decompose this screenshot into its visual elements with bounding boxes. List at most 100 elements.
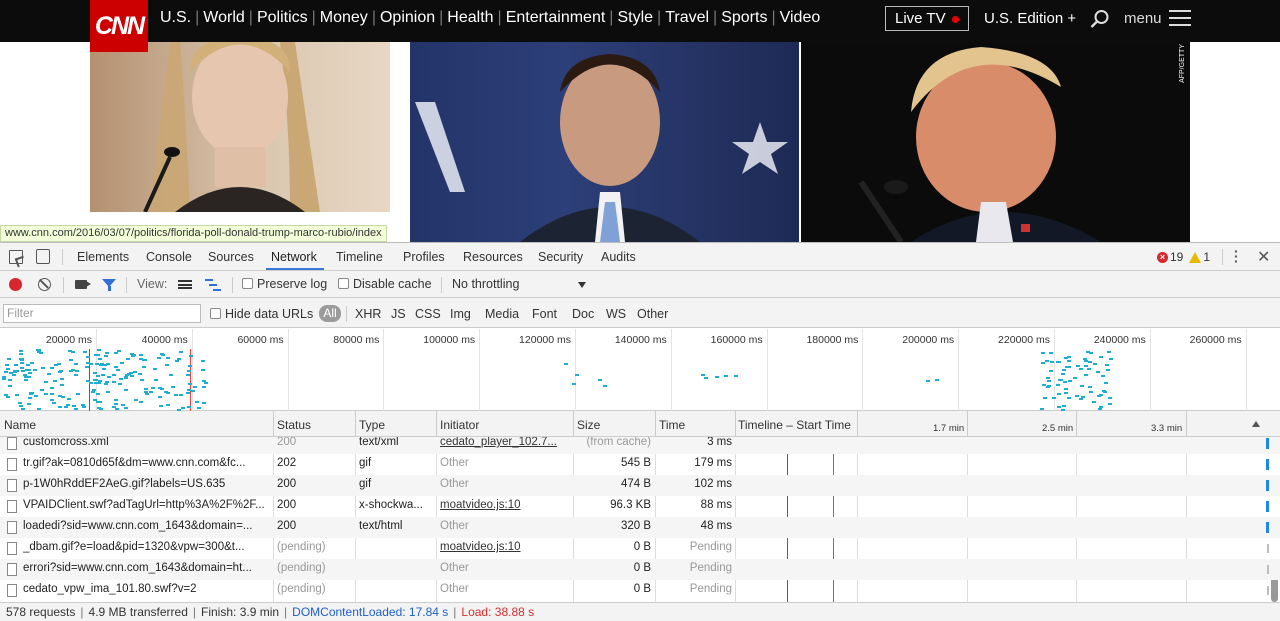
- nav-separator: |: [195, 9, 200, 26]
- filter-media[interactable]: Media: [485, 307, 519, 321]
- column-header-name[interactable]: Name: [4, 418, 36, 432]
- table-row[interactable]: errori?sid=www.cnn.com_1643&domain=ht...…: [0, 559, 1280, 580]
- overview-request-mark: [1088, 385, 1093, 388]
- nav-item-video[interactable]: Video: [780, 9, 821, 27]
- record-icon[interactable]: [9, 278, 22, 291]
- nav-item-world[interactable]: World: [203, 9, 245, 27]
- transferred-size: 4.9 MB transferred: [88, 605, 188, 619]
- column-header-timeline[interactable]: Timeline – Start Time: [738, 418, 851, 432]
- nav-item-sports[interactable]: Sports: [721, 9, 767, 27]
- nav-item-us[interactable]: U.S.: [160, 9, 191, 27]
- edition-selector[interactable]: U.S. Edition +: [984, 10, 1076, 27]
- filter-other[interactable]: Other: [637, 307, 668, 321]
- cnn-logo[interactable]: CNN: [90, 0, 148, 52]
- nav-item-politics[interactable]: Politics: [257, 9, 308, 27]
- overview-request-mark: [2, 378, 6, 381]
- nav-item-health[interactable]: Health: [447, 9, 493, 27]
- filter-icon[interactable]: [102, 279, 116, 291]
- search-icon[interactable]: [1090, 9, 1110, 29]
- table-row[interactable]: cedato_vpw_ima_101.80.swf?v=2 (pending) Ot…: [0, 580, 1280, 601]
- network-overview[interactable]: 20000 ms 40000 ms 60000 ms 80000 ms 100000 m…: [0, 329, 1280, 411]
- column-header-type[interactable]: Type: [359, 418, 385, 432]
- hamburger-menu-icon[interactable]: [1169, 10, 1191, 28]
- tab-network[interactable]: Network: [271, 250, 317, 264]
- filter-font[interactable]: Font: [532, 307, 557, 321]
- request-name[interactable]: cedato_vpw_ima_101.80.swf?v=2: [23, 583, 269, 595]
- column-header-size[interactable]: Size: [577, 418, 600, 432]
- inspect-element-icon[interactable]: [9, 250, 23, 264]
- table-row[interactable]: VPAIDClient.swf?adTagUrl=http%3A%2F%2F..…: [0, 496, 1280, 517]
- request-name[interactable]: p-1W0hRddEF2AeG.gif?labels=US.635: [23, 478, 269, 490]
- column-header-initiator[interactable]: Initiator: [440, 418, 479, 432]
- timeline-bar: [1266, 480, 1269, 491]
- overview-request-mark: [166, 357, 171, 360]
- sharapova-photo[interactable]: [90, 42, 390, 212]
- request-initiator[interactable]: cedato_player_102.7...: [440, 437, 570, 448]
- request-name[interactable]: customcross.xml: [23, 437, 269, 448]
- request-name[interactable]: errori?sid=www.cnn.com_1643&domain=ht...: [23, 562, 269, 574]
- tab-console[interactable]: Console: [146, 250, 192, 264]
- trump-photo[interactable]: AFP/GETTY: [801, 42, 1190, 242]
- filter-css[interactable]: CSS: [415, 307, 441, 321]
- overview-request-mark: [5, 396, 10, 399]
- overview-request-mark: [1107, 402, 1112, 405]
- overview-icon[interactable]: [205, 279, 221, 291]
- nav-item-opinion[interactable]: Opinion: [380, 9, 435, 27]
- request-initiator[interactable]: moatvideo.js:10: [440, 541, 570, 553]
- request-name[interactable]: tr.gif?ak=0810d65f&dm=www.cnn.com&fc...: [23, 457, 269, 469]
- large-rows-icon[interactable]: [178, 280, 192, 289]
- tab-security[interactable]: Security: [538, 250, 583, 264]
- overview-request-mark: [1075, 395, 1080, 397]
- tab-elements[interactable]: Elements: [77, 250, 129, 264]
- request-initiator: Other: [440, 562, 469, 574]
- request-initiator[interactable]: moatvideo.js:10: [440, 499, 570, 511]
- filter-all-button[interactable]: All: [319, 305, 341, 322]
- tab-timeline[interactable]: Timeline: [336, 250, 383, 264]
- table-row[interactable]: p-1W0hRddEF2AeG.gif?labels=US.635 200 gif O…: [0, 475, 1280, 496]
- rubio-photo[interactable]: [410, 42, 799, 242]
- sort-ascending-icon[interactable]: [1252, 421, 1260, 427]
- nav-item-entertainment[interactable]: Entertainment: [506, 9, 606, 27]
- tab-profiles[interactable]: Profiles: [403, 250, 445, 264]
- preserve-log-checkbox[interactable]: Preserve log: [242, 277, 327, 291]
- nav-item-money[interactable]: Money: [320, 9, 368, 27]
- menu-label[interactable]: menu: [1124, 10, 1162, 27]
- hide-data-urls-checkbox[interactable]: Hide data URLs: [210, 307, 313, 321]
- filter-img[interactable]: Img: [450, 307, 471, 321]
- file-icon: [7, 521, 17, 534]
- disable-cache-checkbox[interactable]: Disable cache: [338, 277, 432, 291]
- request-name[interactable]: VPAIDClient.swf?adTagUrl=http%3A%2F%2F..…: [23, 499, 269, 511]
- table-row[interactable]: loadedi?sid=www.cnn.com_1643&domain=... 2…: [0, 517, 1280, 538]
- close-icon[interactable]: ✕: [1257, 247, 1270, 267]
- filter-input[interactable]: Filter: [3, 304, 201, 323]
- device-mode-icon[interactable]: [36, 249, 50, 264]
- column-header-time[interactable]: Time: [659, 418, 685, 432]
- capture-screenshots-icon[interactable]: [75, 280, 91, 289]
- overview-request-mark: [1092, 401, 1097, 404]
- tab-audits[interactable]: Audits: [601, 250, 636, 264]
- chevron-down-icon[interactable]: [578, 282, 586, 288]
- tab-resources[interactable]: Resources: [463, 250, 523, 264]
- overview-request-mark: [93, 378, 98, 381]
- overview-request-mark: [1064, 391, 1069, 394]
- nav-item-style[interactable]: Style: [617, 9, 653, 27]
- table-row[interactable]: customcross.xml 200 text/xml cedato_player_…: [0, 437, 1280, 454]
- filter-ws[interactable]: WS: [606, 307, 626, 321]
- nav-item-travel[interactable]: Travel: [665, 9, 709, 27]
- filter-js[interactable]: JS: [391, 307, 406, 321]
- overview-request-mark: [200, 368, 205, 371]
- timeline-tick-label: 3.3 min: [1151, 423, 1183, 434]
- column-header-status[interactable]: Status: [277, 418, 311, 432]
- throttling-select[interactable]: No throttling: [452, 277, 519, 291]
- tab-sources[interactable]: Sources: [208, 250, 254, 264]
- clear-icon[interactable]: [38, 278, 51, 291]
- more-options-icon[interactable]: · · ·: [1234, 244, 1239, 268]
- table-row[interactable]: _dbam.gif?e=load&pid=1320&vpw=300&t... (p…: [0, 538, 1280, 559]
- console-status[interactable]: × 19 1: [1157, 250, 1210, 264]
- filter-doc[interactable]: Doc: [572, 307, 594, 321]
- filter-xhr[interactable]: XHR: [355, 307, 381, 321]
- request-name[interactable]: _dbam.gif?e=load&pid=1320&vpw=300&t...: [23, 541, 269, 553]
- live-tv-button[interactable]: Live TV: [885, 6, 969, 31]
- table-row[interactable]: tr.gif?ak=0810d65f&dm=www.cnn.com&fc... 2…: [0, 454, 1280, 475]
- request-name[interactable]: loadedi?sid=www.cnn.com_1643&domain=...: [23, 520, 269, 532]
